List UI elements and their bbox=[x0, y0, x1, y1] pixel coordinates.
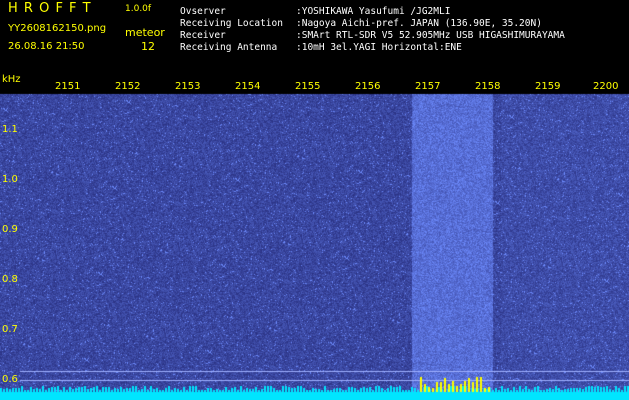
y-axis-unit: kHz bbox=[2, 74, 21, 85]
info-value: :10mH 3el.YAGI Horizontal:ENE bbox=[296, 42, 462, 53]
timestamp: 26.08.16 21:50 bbox=[8, 41, 85, 52]
x-tick: 2152 bbox=[115, 81, 141, 92]
spectrogram bbox=[0, 74, 629, 400]
y-tick: 0.6 bbox=[2, 374, 18, 385]
info-label: Receiver bbox=[180, 30, 226, 41]
x-tick: 2155 bbox=[295, 81, 321, 92]
x-tick: 2153 bbox=[175, 81, 201, 92]
app-title: H R O F F T bbox=[8, 1, 92, 16]
info-label: Receiving Location bbox=[180, 18, 283, 29]
info-value: :YOSHIKAWA Yasufumi /JG2MLI bbox=[296, 6, 451, 17]
x-tick: 2200 bbox=[593, 81, 619, 92]
info-values: :YOSHIKAWA Yasufumi /JG2MLI :Nagoya Aich… bbox=[296, 6, 565, 54]
y-tick: 1.0 bbox=[2, 174, 18, 185]
x-tick: 2154 bbox=[235, 81, 261, 92]
x-tick: 2156 bbox=[355, 81, 381, 92]
info-labels: Ovserver Receiving Location Receiver Rec… bbox=[180, 6, 283, 54]
y-tick: 0.8 bbox=[2, 274, 18, 285]
info-value: :SMArt RTL-SDR V5 52.905MHz USB HIGASHIM… bbox=[296, 30, 565, 41]
x-tick: 2157 bbox=[415, 81, 441, 92]
info-label: Ovserver bbox=[180, 6, 226, 17]
x-tick: 2158 bbox=[475, 81, 501, 92]
info-label: Receiving Antenna bbox=[180, 42, 278, 53]
app-version: 1.0.0f bbox=[125, 4, 152, 14]
x-tick: 2159 bbox=[535, 81, 561, 92]
event-count: 12 bbox=[141, 40, 155, 53]
y-tick: 0.7 bbox=[2, 324, 18, 335]
y-tick: 0.9 bbox=[2, 224, 18, 235]
file-name: YY2608162150.png bbox=[8, 23, 107, 34]
info-value: :Nagoya Aichi-pref. JAPAN (136.90E, 35.2… bbox=[296, 18, 542, 29]
mode-label: meteor bbox=[125, 26, 165, 39]
x-tick: 2151 bbox=[55, 81, 81, 92]
y-tick: 1.1 bbox=[2, 124, 18, 135]
